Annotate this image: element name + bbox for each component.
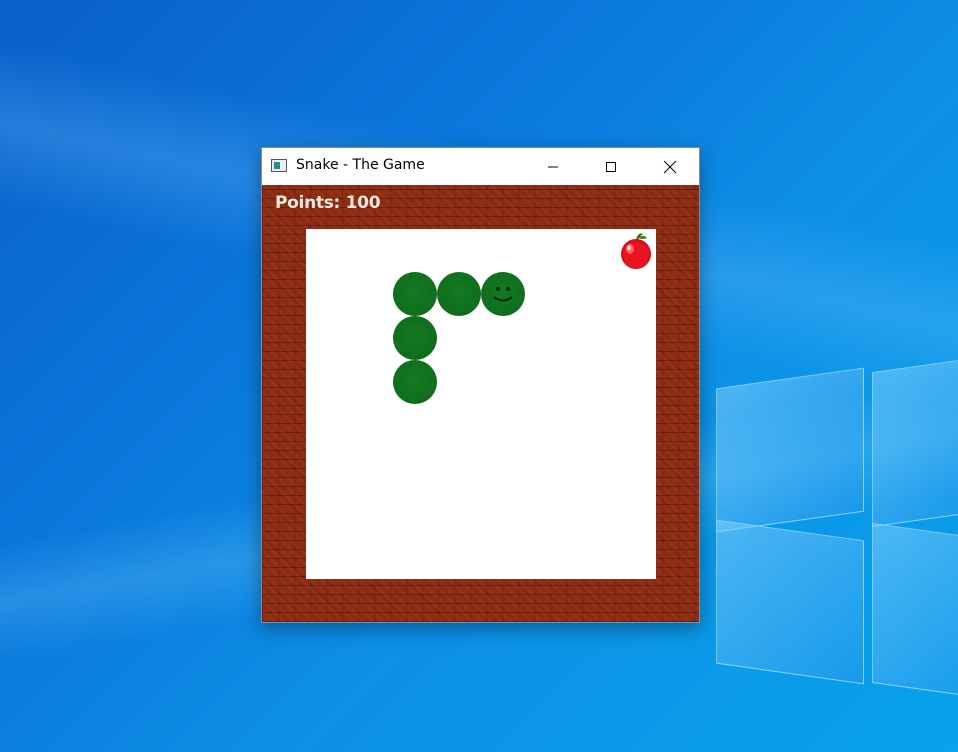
windows-logo-pane (872, 522, 958, 698)
window-app-icon[interactable] (271, 159, 287, 172)
snake-body-segment (393, 360, 437, 404)
smiley-face-icon (493, 287, 513, 302)
snake-body-segment (393, 316, 437, 360)
title-bar[interactable]: Snake - The Game (262, 148, 699, 185)
play-field (306, 229, 656, 579)
close-icon (663, 160, 677, 173)
windows-logo-pane (872, 357, 958, 528)
snake-head (481, 272, 525, 316)
minimize-button[interactable] (524, 148, 582, 185)
snake-body-segment (393, 272, 437, 316)
apple-icon (621, 233, 651, 269)
snake-body-segment (437, 272, 481, 316)
window-title: Snake - The Game (296, 157, 425, 173)
minimize-icon (548, 166, 558, 167)
close-button[interactable] (641, 148, 699, 185)
game-canvas[interactable]: Points: 100 (262, 185, 699, 622)
windows-logo-pane (716, 519, 864, 685)
maximize-icon (606, 161, 616, 172)
points-counter: Points: 100 (275, 193, 381, 213)
maximize-button[interactable] (582, 148, 640, 185)
snake-game-window: Snake - The Game Points: 100 (261, 147, 700, 623)
windows-logo-pane (716, 367, 864, 533)
